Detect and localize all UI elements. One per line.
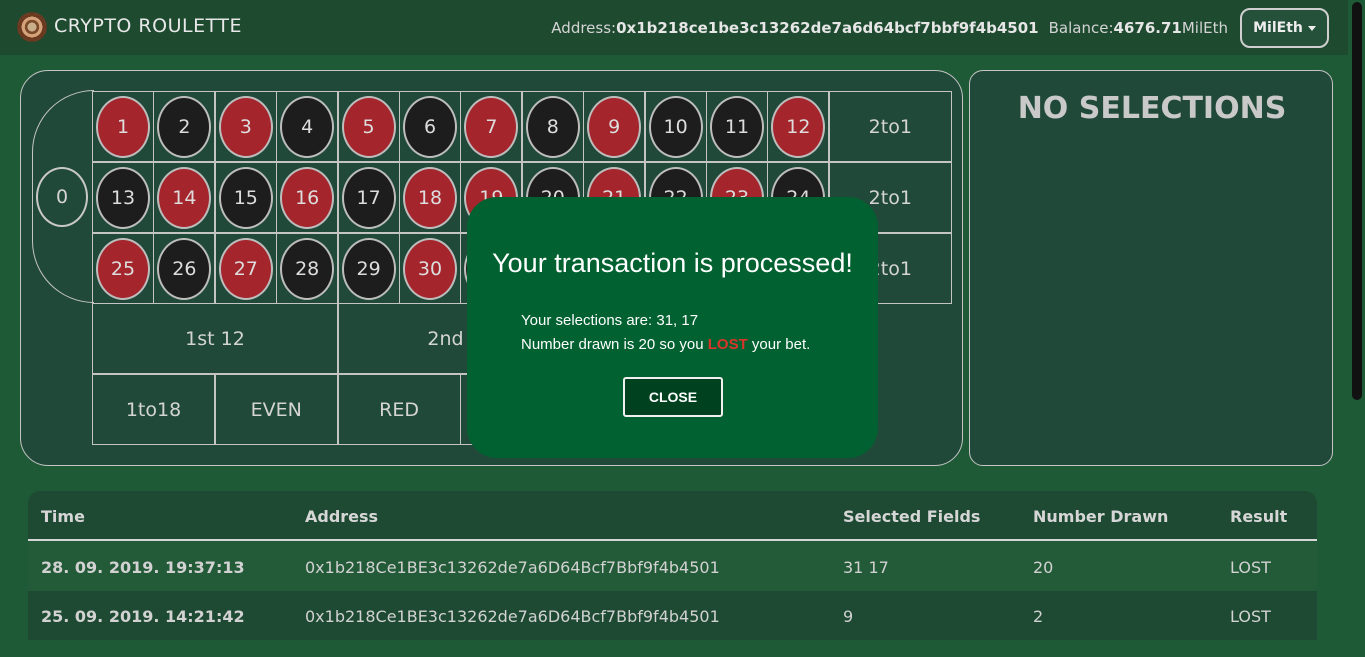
- pocket-cell-25[interactable]: 25: [92, 233, 154, 304]
- modal-title: Your transaction is processed!: [492, 248, 853, 278]
- pocket-13[interactable]: 13: [96, 166, 150, 229]
- pocket-cell-6[interactable]: 6: [399, 91, 461, 162]
- pocket-cell-18[interactable]: 18: [399, 162, 461, 233]
- row-address: 0x1b218Ce1BE3c13262de7a6D64Bcf7Bbf9f4b45…: [305, 607, 720, 626]
- column-header-selected: Selected Fields: [843, 507, 981, 526]
- pocket-cell-29[interactable]: 29: [337, 233, 400, 304]
- scrollbar-thumb[interactable]: [1352, 2, 1362, 400]
- result-status: LOST: [707, 336, 748, 353]
- column-header-drawn: Number Drawn: [1033, 507, 1169, 526]
- pocket-2[interactable]: 2: [157, 95, 212, 158]
- dozen-bet-1[interactable]: 1st 12: [92, 303, 338, 374]
- pocket-7[interactable]: 7: [464, 95, 519, 158]
- scrollbar[interactable]: [1348, 0, 1365, 657]
- outside-bet-1to18[interactable]: 1to18: [92, 374, 215, 445]
- pocket-30[interactable]: 30: [403, 237, 457, 300]
- pocket-cell-30[interactable]: 30: [399, 233, 461, 304]
- pocket-6[interactable]: 6: [403, 95, 457, 158]
- pocket-12[interactable]: 12: [771, 95, 826, 158]
- pocket-cell-5[interactable]: 5: [337, 91, 400, 162]
- account-info: Address: 0x1b218ce1be3c13262de7a6d64bcf7…: [551, 8, 1329, 48]
- result-suffix: your bet.: [747, 336, 811, 353]
- pocket-8[interactable]: 8: [525, 95, 580, 158]
- currency-dropdown-button[interactable]: MilEth: [1240, 8, 1329, 48]
- column-header-time: Time: [41, 507, 85, 526]
- pocket-cell-28[interactable]: 28: [276, 233, 339, 304]
- pocket-cell-7[interactable]: 7: [460, 91, 523, 162]
- pocket-cell-11[interactable]: 11: [706, 91, 768, 162]
- pocket-27[interactable]: 27: [218, 237, 273, 300]
- table-row: 28. 09. 2019. 19:37:13 0x1b218Ce1BE3c132…: [28, 542, 1317, 591]
- pocket-cell-16[interactable]: 16: [276, 162, 339, 233]
- pocket-cell-4[interactable]: 4: [276, 91, 339, 162]
- row-address: 0x1b218Ce1BE3c13262de7a6D64Bcf7Bbf9f4b45…: [305, 558, 720, 577]
- row-number-drawn: 20: [1033, 558, 1054, 577]
- pocket-16[interactable]: 16: [280, 166, 335, 229]
- pocket-cell-10[interactable]: 10: [644, 91, 707, 162]
- row-result: LOST: [1230, 607, 1271, 626]
- pocket-cell-8[interactable]: 8: [521, 91, 584, 162]
- pocket-26[interactable]: 26: [157, 237, 212, 300]
- chevron-down-icon: [1307, 25, 1316, 31]
- table-row: 25. 09. 2019. 14:21:42 0x1b218Ce1BE3c132…: [28, 591, 1317, 640]
- pocket-11[interactable]: 11: [710, 95, 764, 158]
- row-selected-fields: 9: [843, 607, 854, 626]
- roulette-wheel-icon: [17, 12, 47, 42]
- pocket-cell-9[interactable]: 9: [583, 91, 646, 162]
- column-header-address: Address: [305, 507, 379, 526]
- row-time: 28. 09. 2019. 19:37:13: [41, 558, 245, 577]
- row-number-drawn: 2: [1033, 607, 1044, 626]
- balance-value: 4676.71: [1113, 19, 1182, 37]
- pocket-14[interactable]: 14: [157, 166, 212, 229]
- history-header-row: Time Address Selected Fields Number Draw…: [28, 491, 1317, 541]
- result-prefix: Number drawn is 20 so you: [521, 336, 708, 353]
- modal-result-text: Number drawn is 20 so you LOST your bet.: [521, 336, 810, 353]
- pocket-18[interactable]: 18: [403, 166, 457, 229]
- history-table: Time Address Selected Fields Number Draw…: [28, 491, 1317, 641]
- selections-panel: NO SELECTIONS: [969, 70, 1333, 466]
- pocket-1[interactable]: 1: [96, 95, 150, 158]
- navbar: CRYPTO ROULETTE Address: 0x1b218ce1be3c1…: [0, 0, 1365, 55]
- selections-title: NO SELECTIONS: [1017, 91, 1287, 126]
- close-button[interactable]: CLOSE: [623, 377, 723, 417]
- pocket-cell-12[interactable]: 12: [767, 91, 830, 162]
- pocket-cell-14[interactable]: 14: [153, 162, 216, 233]
- row-time: 25. 09. 2019. 14:21:42: [41, 607, 245, 626]
- address-value: 0x1b218ce1be3c13262de7a6d64bcf7bbf9f4b45…: [616, 19, 1039, 37]
- pocket-0[interactable]: 0: [36, 167, 88, 227]
- pocket-29[interactable]: 29: [341, 237, 396, 300]
- pocket-25[interactable]: 25: [96, 237, 150, 300]
- column-header-result: Result: [1230, 507, 1288, 526]
- pocket-3[interactable]: 3: [218, 95, 273, 158]
- pocket-15[interactable]: 15: [218, 166, 273, 229]
- pocket-17[interactable]: 17: [341, 166, 396, 229]
- balance-label: Balance:: [1048, 19, 1114, 37]
- pocket-cell-13[interactable]: 13: [92, 162, 154, 233]
- pocket-9[interactable]: 9: [587, 95, 642, 158]
- modal-selections-text: Your selections are: 31, 17: [521, 312, 699, 329]
- balance-unit: MilEth: [1181, 19, 1228, 37]
- pocket-cell-27[interactable]: 27: [214, 233, 277, 304]
- column-bet-1[interactable]: 2to1: [828, 91, 952, 162]
- pocket-4[interactable]: 4: [280, 95, 335, 158]
- pocket-cell-26[interactable]: 26: [153, 233, 216, 304]
- currency-label: MilEth: [1253, 20, 1303, 36]
- pocket-10[interactable]: 10: [648, 95, 703, 158]
- pocket-cell-2[interactable]: 2: [153, 91, 216, 162]
- pocket-cell-17[interactable]: 17: [337, 162, 400, 233]
- app-brand[interactable]: CRYPTO ROULETTE: [54, 15, 242, 37]
- pocket-cell-3[interactable]: 3: [214, 91, 277, 162]
- outside-bet-red[interactable]: RED: [337, 374, 461, 445]
- address-label: Address:: [551, 19, 617, 37]
- pocket-5[interactable]: 5: [341, 95, 396, 158]
- row-result: LOST: [1230, 558, 1271, 577]
- pocket-28[interactable]: 28: [280, 237, 335, 300]
- pocket-cell-1[interactable]: 1: [92, 91, 154, 162]
- outside-bet-even[interactable]: EVEN: [214, 374, 338, 445]
- pocket-cell-15[interactable]: 15: [214, 162, 277, 233]
- transaction-modal: Your transaction is processed! Your sele…: [467, 197, 878, 458]
- row-selected-fields: 31 17: [843, 558, 889, 577]
